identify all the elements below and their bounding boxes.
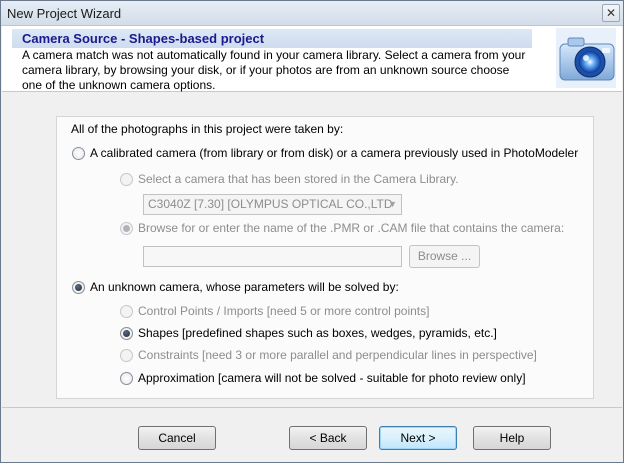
browse-file-radio: Browse for or enter the name of the .PMR… bbox=[120, 221, 564, 235]
browse-file-label: Browse for or enter the name of the .PMR… bbox=[138, 221, 565, 235]
button-divider bbox=[2, 407, 622, 408]
wizard-window: New Project Wizard ✕ Camera Source - Sha… bbox=[0, 0, 624, 463]
radio-circle bbox=[120, 304, 133, 318]
radio-circle bbox=[120, 348, 133, 362]
camera-library-select: C3040Z [7.30] [OLYMPUS OPTICAL CO.,LTD ▼ bbox=[143, 194, 402, 215]
calibrated-camera-label: A calibrated camera (from library or fro… bbox=[90, 146, 579, 160]
unknown-camera-radio[interactable]: An unknown camera, whose parameters will… bbox=[72, 280, 399, 294]
window-title: New Project Wizard bbox=[7, 6, 122, 21]
radio-circle[interactable] bbox=[120, 371, 133, 385]
back-button[interactable]: < Back bbox=[289, 426, 367, 450]
camera-file-field bbox=[143, 246, 402, 267]
intro-text: All of the photographs in this project w… bbox=[71, 122, 343, 136]
radio-circle[interactable] bbox=[72, 146, 85, 160]
browse-button: Browse ... bbox=[409, 245, 480, 268]
wizard-header: Camera Source - Shapes-based project A c… bbox=[2, 26, 622, 92]
close-icon[interactable]: ✕ bbox=[602, 4, 620, 22]
help-button[interactable]: Help bbox=[473, 426, 551, 450]
page-heading: Camera Source - Shapes-based project bbox=[12, 29, 532, 48]
camera-library-value: C3040Z [7.30] [OLYMPUS OPTICAL CO.,LTD bbox=[148, 197, 393, 211]
approximation-label: Approximation [camera will not be solved… bbox=[138, 371, 526, 385]
next-button[interactable]: Next > bbox=[379, 426, 457, 450]
radio-circle[interactable] bbox=[120, 326, 133, 340]
constraints-radio: Constraints [need 3 or more parallel and… bbox=[120, 348, 537, 362]
library-camera-radio: Select a camera that has been stored in … bbox=[120, 172, 459, 186]
cancel-button[interactable]: Cancel bbox=[138, 426, 216, 450]
shapes-radio[interactable]: Shapes [predefined shapes such as boxes,… bbox=[120, 326, 497, 340]
radio-circle[interactable] bbox=[72, 280, 85, 294]
radio-circle bbox=[120, 172, 133, 186]
chevron-down-icon: ▼ bbox=[388, 199, 397, 209]
library-camera-label: Select a camera that has been stored in … bbox=[138, 172, 459, 186]
shapes-label: Shapes [predefined shapes such as boxes,… bbox=[138, 326, 497, 340]
control-points-label: Control Points / Imports [need 5 or more… bbox=[138, 304, 430, 318]
constraints-label: Constraints [need 3 or more parallel and… bbox=[138, 348, 537, 362]
control-points-radio: Control Points / Imports [need 5 or more… bbox=[120, 304, 429, 318]
page-description: A camera match was not automatically fou… bbox=[22, 48, 526, 92]
approximation-radio[interactable]: Approximation [camera will not be solved… bbox=[120, 371, 526, 385]
radio-circle bbox=[120, 221, 133, 235]
title-bar[interactable]: New Project Wizard ✕ bbox=[1, 1, 623, 26]
intro-label: All of the photographs in this project w… bbox=[71, 122, 344, 136]
calibrated-camera-radio[interactable]: A calibrated camera (from library or fro… bbox=[72, 146, 578, 160]
unknown-camera-label: An unknown camera, whose parameters will… bbox=[90, 280, 399, 294]
camera-icon bbox=[556, 28, 616, 88]
